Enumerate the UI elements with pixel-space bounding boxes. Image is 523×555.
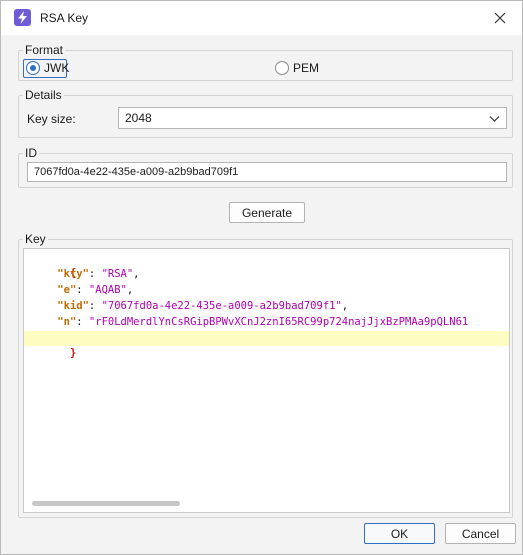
chevron-down-icon <box>489 116 500 122</box>
horizontal-scrollbar[interactable] <box>32 501 180 506</box>
code-line-close: } <box>24 331 509 359</box>
radio-pem[interactable]: PEM <box>275 61 319 75</box>
code-line-kid: "kid": "7067fd0a-4e22-435e-a009-a2b9bad7… <box>57 300 349 312</box>
generate-button[interactable]: Generate <box>229 202 305 223</box>
ok-button[interactable]: OK <box>364 523 435 544</box>
radio-pem-label: PEM <box>293 61 320 75</box>
key-legend: Key <box>25 232 46 246</box>
code-line-e: "e": "AQAB", <box>57 284 134 296</box>
json-key: "e" <box>57 284 77 296</box>
key-editor[interactable]: { "kty": "RSA", "e": "AQAB", "kid": "706… <box>23 248 510 513</box>
title-bar: RSA Key <box>1 1 522 35</box>
cancel-button[interactable]: Cancel <box>445 523 516 544</box>
close-brace: } <box>69 347 77 359</box>
radio-jwk-label: JWK <box>44 61 70 75</box>
json-value: "rF0LdMerdlYnCsRGipBPWvXCnJ2znI65RC99p72… <box>88 316 469 328</box>
json-key: "kty" <box>57 268 89 280</box>
json-key: "kid" <box>57 300 89 312</box>
key-size-value: 2048 <box>125 111 152 125</box>
radio-pem-indicator <box>275 61 289 75</box>
key-size-select[interactable]: 2048 <box>118 107 507 129</box>
format-legend: Format <box>25 43 64 57</box>
details-legend: Details <box>25 88 62 102</box>
close-button[interactable] <box>486 6 514 30</box>
id-legend: ID <box>25 146 37 160</box>
json-key: "n" <box>57 316 77 328</box>
radio-jwk[interactable]: JWK <box>26 61 69 75</box>
close-icon <box>494 12 506 24</box>
code-line-open: { <box>24 251 509 279</box>
window-title: RSA Key <box>40 11 89 25</box>
json-value: "AQAB" <box>88 284 127 296</box>
format-group: Format <box>18 43 513 81</box>
key-size-label: Key size: <box>27 112 76 126</box>
code-line-n: "n": "rF0LdMerdlYnCsRGipBPWvXCnJ2znI65RC… <box>57 316 469 328</box>
id-field[interactable]: 7067fd0a-4e22-435e-a009-a2b9bad709f1 <box>27 162 507 182</box>
code-line-kty: "kty": "RSA", <box>57 268 140 280</box>
json-value: "RSA" <box>101 268 134 280</box>
id-value: 7067fd0a-4e22-435e-a009-a2b9bad709f1 <box>34 166 239 178</box>
radio-jwk-indicator <box>26 61 40 75</box>
rsa-key-dialog: RSA Key Format JWK PEM Details Key size:… <box>0 0 523 555</box>
lightning-bolt-icon <box>14 9 31 26</box>
json-value: "7067fd0a-4e22-435e-a009-a2b9bad709f1" <box>101 300 342 312</box>
